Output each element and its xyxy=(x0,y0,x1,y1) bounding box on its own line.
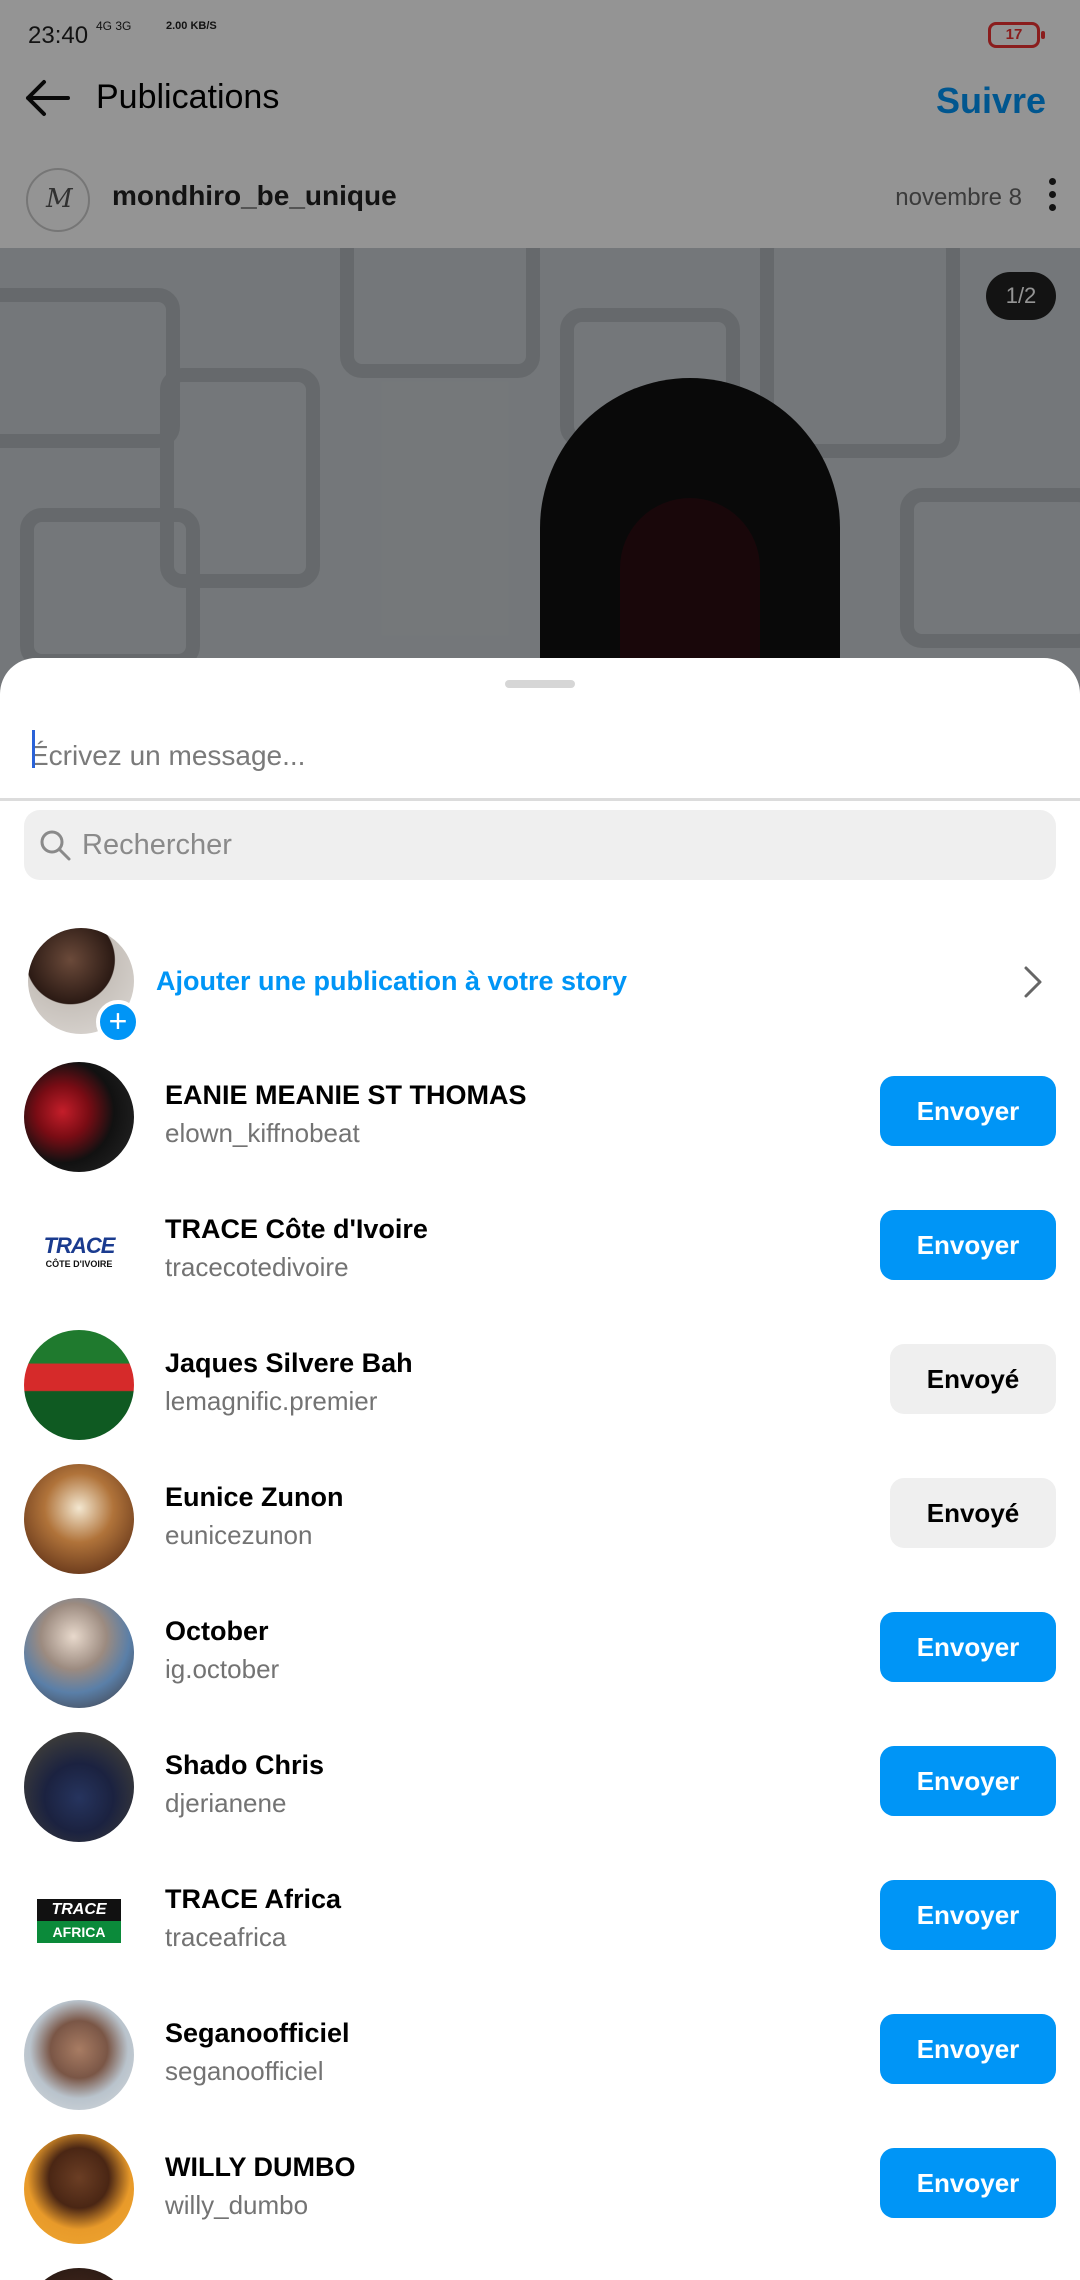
contact-avatar[interactable]: TRACE CÔTE D'IVOIRE xyxy=(24,1196,134,1306)
contact-username: willy_dumbo xyxy=(165,2190,309,2220)
sent-button[interactable]: Envoyé xyxy=(890,1478,1056,1548)
contact-avatar[interactable] xyxy=(24,2000,134,2110)
contact-avatar[interactable] xyxy=(24,1732,134,1842)
contact-row[interactable]: TRACE CÔTE D'IVOIRE TRACE Côte d'Ivoire … xyxy=(0,1188,1080,1322)
contact-row[interactable]: EANIE MEANIE ST THOMAS elown_kiffnobeat … xyxy=(0,1054,1080,1188)
chevron-right-icon xyxy=(1024,966,1042,998)
sent-button[interactable]: Envoyé xyxy=(890,1344,1056,1414)
divider xyxy=(0,798,1080,801)
contact-row[interactable]: Eunice Zunon eunicezunon Envoyé xyxy=(0,1456,1080,1590)
trace-logo-subtitle: CÔTE D'IVOIRE xyxy=(45,1259,113,1269)
send-button[interactable]: Envoyer xyxy=(880,1880,1056,1950)
contact-name: Eunice Zunon xyxy=(165,1482,344,1512)
contact-row[interactable]: October ig.october Envoyer xyxy=(0,1590,1080,1724)
contact-row-partial[interactable] xyxy=(0,2260,1080,2280)
contact-avatar[interactable] xyxy=(24,1062,134,1172)
text-caret xyxy=(32,730,35,768)
contact-avatar[interactable] xyxy=(24,1464,134,1574)
modal-scrim[interactable] xyxy=(0,0,1080,700)
plus-icon: + xyxy=(96,1000,140,1044)
contact-list: EANIE MEANIE ST THOMAS elown_kiffnobeat … xyxy=(0,1054,1080,2280)
search-icon xyxy=(40,830,71,861)
trace-africa-logo-top: TRACE xyxy=(37,1899,121,1921)
contact-name: Jaques Silvere Bah xyxy=(165,1348,413,1378)
contact-row[interactable]: WILLY DUMBO willy_dumbo Envoyer xyxy=(0,2126,1080,2260)
contact-name: EANIE MEANIE ST THOMAS xyxy=(165,1080,527,1110)
send-button[interactable]: Envoyer xyxy=(880,2148,1056,2218)
contact-avatar[interactable] xyxy=(24,1330,134,1440)
contact-name: TRACE Africa xyxy=(165,1884,342,1914)
contact-name: October xyxy=(165,1616,269,1646)
contact-username: djerianene xyxy=(165,1788,287,1818)
search-input[interactable] xyxy=(82,810,1022,880)
share-bottom-sheet: + Ajouter une publication à votre story … xyxy=(0,658,1080,2280)
trace-logo-word: TRACE xyxy=(43,1233,116,1258)
trace-africa-logo-bottom: AFRICA xyxy=(37,1921,121,1943)
send-button[interactable]: Envoyer xyxy=(880,2014,1056,2084)
search-field[interactable] xyxy=(24,810,1056,880)
contact-avatar[interactable] xyxy=(24,2268,134,2280)
contact-username: seganoofficiel xyxy=(165,2056,324,2086)
contact-username: lemagnific.premier xyxy=(165,1386,378,1416)
contact-name: TRACE Côte d'Ivoire xyxy=(165,1214,428,1244)
contact-username: tracecotedivoire xyxy=(165,1252,349,1282)
contact-row[interactable]: TRACE AFRICA TRACE Africa traceafrica En… xyxy=(0,1858,1080,1992)
contact-username: elown_kiffnobeat xyxy=(165,1118,360,1148)
contact-avatar[interactable] xyxy=(24,2134,134,2244)
drag-handle[interactable] xyxy=(505,680,575,688)
contact-row[interactable]: Seganoofficiel seganoofficiel Envoyer xyxy=(0,1992,1080,2126)
send-button[interactable]: Envoyer xyxy=(880,1612,1056,1682)
send-button[interactable]: Envoyer xyxy=(880,1746,1056,1816)
send-button[interactable]: Envoyer xyxy=(880,1076,1056,1146)
contact-name: WILLY DUMBO xyxy=(165,2152,356,2182)
contact-row[interactable]: Shado Chris djerianene Envoyer xyxy=(0,1724,1080,1858)
contact-row[interactable]: Jaques Silvere Bah lemagnific.premier En… xyxy=(0,1322,1080,1456)
contact-username: traceafrica xyxy=(165,1922,287,1952)
contact-username: ig.october xyxy=(165,1654,280,1684)
add-to-story-row[interactable]: + Ajouter une publication à votre story xyxy=(0,918,1080,1048)
contact-name: Shado Chris xyxy=(165,1750,325,1780)
send-button[interactable]: Envoyer xyxy=(880,1210,1056,1280)
contact-name: Seganoofficiel xyxy=(165,2018,350,2048)
add-to-story-label: Ajouter une publication à votre story xyxy=(156,966,628,996)
contact-avatar[interactable]: TRACE AFRICA xyxy=(24,1866,134,1976)
contact-avatar[interactable] xyxy=(24,1598,134,1708)
message-input[interactable] xyxy=(30,726,1050,786)
contact-username: eunicezunon xyxy=(165,1520,313,1550)
